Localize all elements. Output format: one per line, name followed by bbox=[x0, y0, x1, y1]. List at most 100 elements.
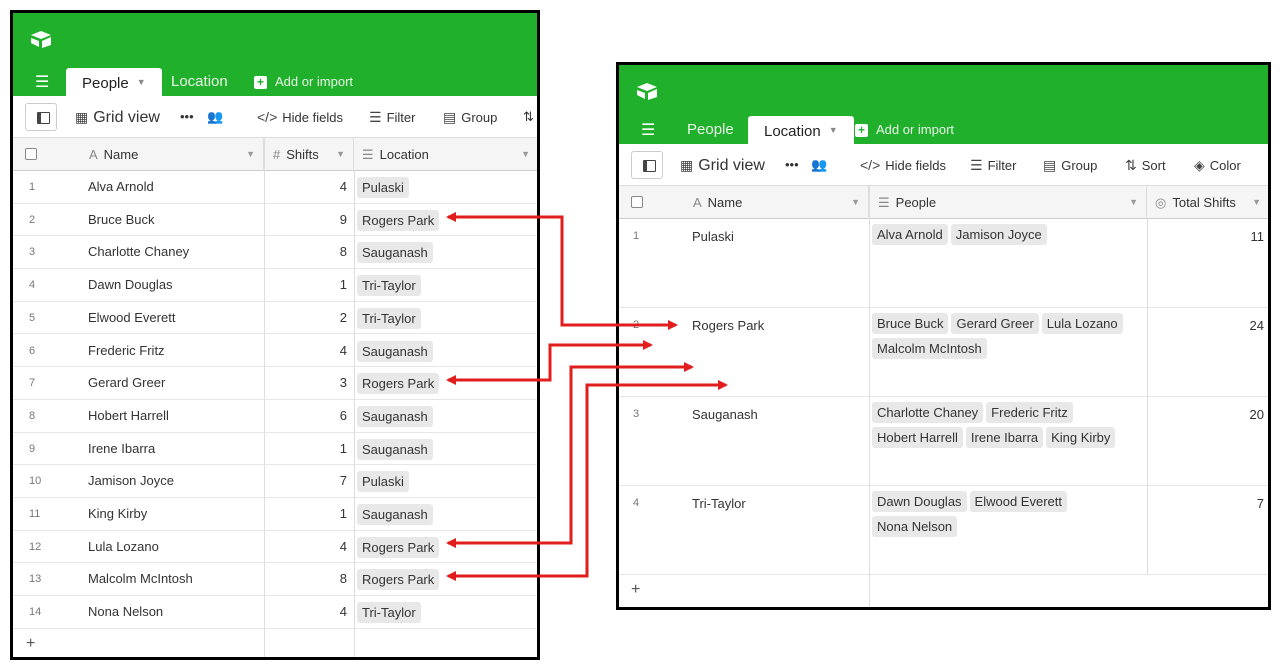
add-row-button[interactable]: + bbox=[631, 581, 640, 599]
location-cell[interactable]: Tri-Taylor bbox=[357, 269, 424, 301]
column-header-location[interactable]: ☰ Location ▼ bbox=[354, 138, 537, 171]
linked-record-chip[interactable]: Frederic Fritz bbox=[986, 402, 1073, 423]
table-row[interactable]: 13 Malcolm McIntosh 8 Rogers Park bbox=[13, 563, 537, 597]
shifts-value[interactable]: 1 bbox=[264, 269, 347, 301]
location-cell[interactable]: Tri-Taylor bbox=[357, 596, 424, 628]
table-row[interactable]: 1 Alva Arnold 4 Pulaski bbox=[13, 171, 537, 204]
hide-fields-button[interactable]: </> Hide fields bbox=[257, 96, 343, 138]
location-cell[interactable]: Rogers Park bbox=[357, 204, 442, 236]
column-header-name[interactable]: A Name ▼ bbox=[81, 138, 264, 171]
table-row[interactable]: 11 King Kirby 1 Sauganash bbox=[13, 498, 537, 531]
add-or-import-button[interactable]: + Add or import bbox=[855, 116, 954, 144]
location-cell[interactable]: Pulaski bbox=[357, 465, 412, 497]
shifts-value[interactable]: 4 bbox=[264, 531, 347, 563]
table-row[interactable]: 3 Sauganash Charlotte Chaney Frederic Fritz… bbox=[619, 397, 1268, 486]
person-name[interactable]: Alva Arnold bbox=[88, 171, 154, 203]
chevron-down-icon[interactable]: ▼ bbox=[1129, 186, 1138, 219]
table-row[interactable]: 12 Lula Lozano 4 Rogers Park bbox=[13, 531, 537, 564]
table-row[interactable]: 2 Rogers Park Bruce Buck Gerard Greer Lula L… bbox=[619, 308, 1268, 397]
shifts-value[interactable]: 9 bbox=[264, 204, 347, 236]
location-cell[interactable]: Rogers Park bbox=[357, 367, 442, 399]
linked-record-chip[interactable]: Lula Lozano bbox=[1041, 313, 1123, 334]
location-cell[interactable]: Rogers Park bbox=[357, 531, 442, 563]
table-row[interactable]: 14 Nona Nelson 4 Tri-Taylor bbox=[13, 596, 537, 629]
person-name[interactable]: Frederic Fritz bbox=[88, 335, 165, 367]
location-name[interactable]: Tri-Taylor bbox=[692, 496, 746, 584]
location-cell[interactable]: Pulaski bbox=[357, 171, 412, 203]
add-row-button[interactable]: + bbox=[26, 635, 35, 653]
person-name[interactable]: Bruce Buck bbox=[88, 204, 154, 236]
linked-record-chip[interactable]: Alva Arnold bbox=[872, 224, 948, 245]
linked-record-chip[interactable]: Bruce Buck bbox=[872, 313, 949, 334]
linked-record-chip[interactable]: Malcolm McIntosh bbox=[872, 338, 987, 359]
total-shifts-value[interactable]: 7 bbox=[1147, 496, 1264, 584]
table-row[interactable]: 4 Dawn Douglas 1 Tri-Taylor bbox=[13, 269, 537, 302]
total-shifts-value[interactable]: 11 bbox=[1147, 229, 1265, 317]
menu-icon[interactable]: ☰ bbox=[641, 120, 655, 140]
person-name[interactable]: Hobert Harrell bbox=[88, 400, 169, 432]
tab-location[interactable]: Location bbox=[161, 68, 238, 96]
linked-record-chip[interactable]: Sauganash bbox=[357, 504, 433, 525]
location-cell[interactable]: Sauganash bbox=[357, 335, 436, 367]
linked-record-chip[interactable]: Pulaski bbox=[357, 471, 409, 493]
shifts-value[interactable]: 1 bbox=[264, 498, 347, 530]
location-name[interactable]: Rogers Park bbox=[692, 318, 764, 406]
column-header-shifts[interactable]: # Shifts ▼ bbox=[264, 138, 354, 171]
table-row[interactable]: 1 Pulaski Alva Arnold Jamison Joyce 11 bbox=[619, 219, 1268, 308]
filter-button[interactable]: ☰ Filter bbox=[970, 144, 1016, 186]
chevron-down-icon[interactable]: ▼ bbox=[246, 138, 255, 171]
table-row[interactable]: 2 Bruce Buck 9 Rogers Park bbox=[13, 204, 537, 237]
shifts-value[interactable]: 4 bbox=[264, 596, 347, 628]
location-name[interactable]: Sauganash bbox=[692, 407, 758, 495]
group-button[interactable]: ▤ Group bbox=[443, 96, 497, 138]
linked-record-chip[interactable]: Sauganash bbox=[357, 242, 433, 264]
chevron-down-icon[interactable]: ▼ bbox=[829, 125, 838, 135]
linked-record-chip[interactable]: Pulaski bbox=[357, 177, 409, 198]
sort-button[interactable]: ⇅ Sort bbox=[1125, 144, 1166, 186]
linked-record-chip[interactable]: Sauganash bbox=[357, 340, 433, 362]
tab-people[interactable]: People ▼ bbox=[66, 68, 162, 96]
total-shifts-value[interactable]: 24 bbox=[1147, 318, 1264, 406]
airtable-logo-icon[interactable] bbox=[635, 81, 659, 101]
collaborators-icon[interactable]: 👥 bbox=[811, 144, 827, 186]
person-name[interactable]: King Kirby bbox=[88, 498, 147, 530]
table-row[interactable]: 6 Frederic Fritz 4 Sauganash bbox=[13, 335, 537, 368]
filter-button[interactable]: ☰ Filter bbox=[369, 96, 415, 138]
person-name[interactable]: Gerard Greer bbox=[88, 367, 165, 399]
person-name[interactable]: Malcolm McIntosh bbox=[88, 563, 193, 595]
people-cell[interactable]: Charlotte Chaney Frederic Fritz Hobert Har… bbox=[872, 402, 1144, 490]
select-all-checkbox[interactable] bbox=[631, 196, 643, 208]
people-cell[interactable]: Bruce Buck Gerard Greer Lula Lozano Malcolm… bbox=[872, 313, 1144, 401]
linked-record-chip[interactable]: Tri-Taylor bbox=[357, 275, 421, 297]
linked-record-chip[interactable]: Jamison Joyce bbox=[950, 224, 1047, 245]
person-name[interactable]: Dawn Douglas bbox=[88, 269, 173, 301]
table-row[interactable]: 9 Irene Ibarra 1 Sauganash bbox=[13, 433, 537, 466]
view-more-icon[interactable]: ••• bbox=[180, 96, 194, 138]
shifts-value[interactable]: 4 bbox=[264, 335, 347, 367]
linked-record-chip[interactable]: Hobert Harrell bbox=[872, 427, 963, 448]
table-row[interactable]: 8 Hobert Harrell 6 Sauganash bbox=[13, 400, 537, 433]
linked-record-chip[interactable]: Rogers Park bbox=[357, 373, 440, 395]
shifts-value[interactable]: 4 bbox=[264, 171, 347, 203]
sidebar-toggle-button[interactable] bbox=[631, 151, 663, 179]
chevron-down-icon[interactable]: ▼ bbox=[336, 138, 345, 171]
total-shifts-value[interactable]: 20 bbox=[1147, 407, 1264, 495]
linked-record-chip[interactable]: Sauganash bbox=[357, 405, 433, 427]
shifts-value[interactable]: 1 bbox=[264, 433, 347, 465]
chevron-down-icon[interactable]: ▼ bbox=[1252, 186, 1261, 219]
chevron-down-icon[interactable]: ▼ bbox=[521, 138, 530, 171]
shifts-value[interactable]: 8 bbox=[264, 236, 347, 268]
add-or-import-button[interactable]: + Add or import bbox=[254, 68, 353, 96]
airtable-logo-icon[interactable] bbox=[29, 29, 53, 49]
linked-record-chip[interactable]: Irene Ibarra bbox=[965, 427, 1044, 448]
location-cell[interactable]: Sauganash bbox=[357, 498, 436, 530]
view-more-icon[interactable]: ••• bbox=[785, 144, 799, 186]
person-name[interactable]: Lula Lozano bbox=[88, 531, 159, 563]
linked-record-chip[interactable]: Nona Nelson bbox=[872, 516, 958, 537]
linked-record-chip[interactable]: Tri-Taylor bbox=[357, 602, 421, 624]
linked-record-chip[interactable]: Rogers Park bbox=[357, 569, 440, 591]
color-button[interactable]: ◈ Color bbox=[1194, 144, 1241, 186]
menu-icon[interactable]: ☰ bbox=[35, 72, 49, 92]
tab-location[interactable]: Location ▼ bbox=[748, 116, 854, 144]
tab-people[interactable]: People bbox=[677, 116, 744, 144]
